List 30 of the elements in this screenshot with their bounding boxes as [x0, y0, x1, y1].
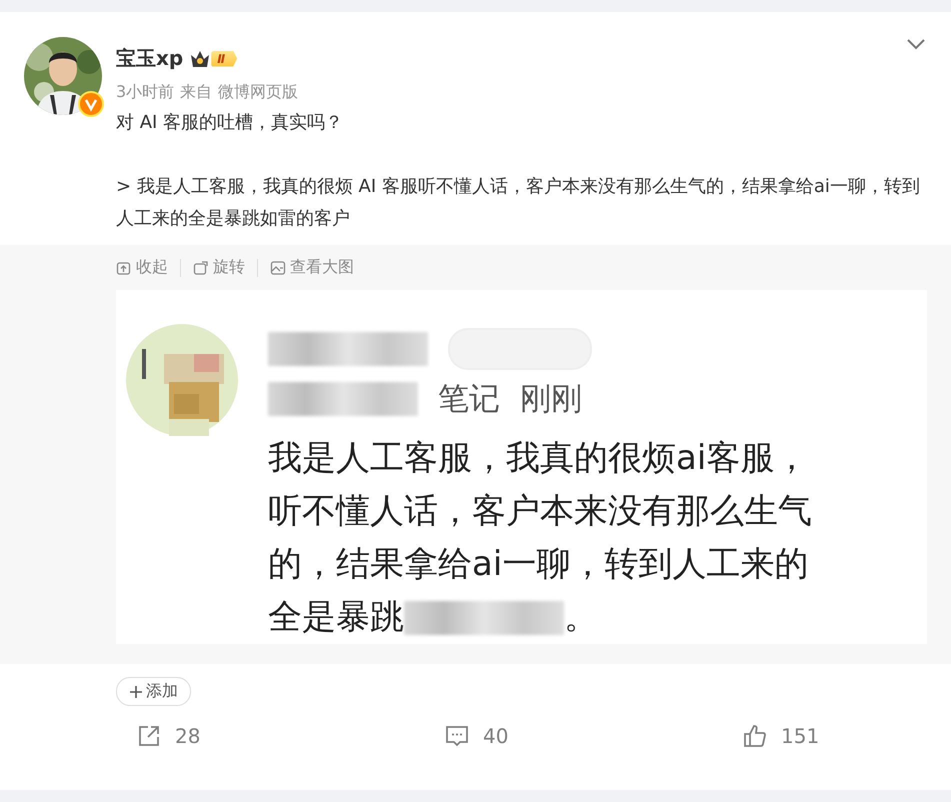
- collapse-icon: [116, 260, 132, 276]
- source-link[interactable]: 微博网页版: [218, 82, 298, 103]
- comment-subtitle: 笔记: [438, 380, 500, 420]
- thumbs-up-icon: [743, 724, 767, 748]
- comment-time: 刚刚: [520, 380, 582, 420]
- image-icon: [270, 260, 286, 276]
- share-button[interactable]: 28: [137, 724, 445, 748]
- like-button[interactable]: 151: [743, 724, 951, 748]
- comment-text: 我是人工客服，我真的很烦ai客服，: [268, 437, 808, 480]
- share-icon: [137, 724, 161, 748]
- plus-icon: [129, 684, 143, 698]
- level-badge: Ⅱ: [211, 50, 238, 66]
- comment-text: 听不懂人话，客户本来没有那么生气: [268, 490, 812, 533]
- author-name[interactable]: 宝玉xp: [116, 45, 184, 72]
- comment-text: 全是暴跳: [268, 596, 404, 639]
- comment-icon: [445, 724, 469, 748]
- collapse-button[interactable]: 收起: [116, 257, 180, 278]
- crown-icon: [189, 48, 212, 68]
- comment-text: 。: [564, 596, 598, 639]
- post-text: 对 AI 客服的吐槽，真实吗？: [116, 111, 344, 135]
- add-tag-button[interactable]: 添加: [116, 677, 191, 706]
- post-text: > 我是人工客服，我真的很烦 AI 客服听不懂人话，客户本来没有那么生气的，结果拿给ai一聊，转到人工来的全是暴跳如雷的客户: [116, 175, 921, 231]
- enlarge-button[interactable]: 查看大图: [258, 257, 366, 278]
- comment-text: 的，结果拿给ai一聊，转到人工来的: [268, 543, 808, 586]
- rotate-icon: [193, 260, 209, 276]
- embedded-screenshot[interactable]: 笔记 刚刚 我是人工客服，我真的很烦ai客服， 听不懂人话，客户本来没有那么生气 的，结果拿给ai一聊，转到人工来的 全是暴跳 。: [116, 290, 927, 644]
- post-time: 3小时前: [116, 82, 174, 103]
- source-label: 来自: [180, 82, 212, 103]
- comment-button[interactable]: 40: [445, 724, 743, 748]
- rotate-button[interactable]: 旋转: [181, 257, 257, 278]
